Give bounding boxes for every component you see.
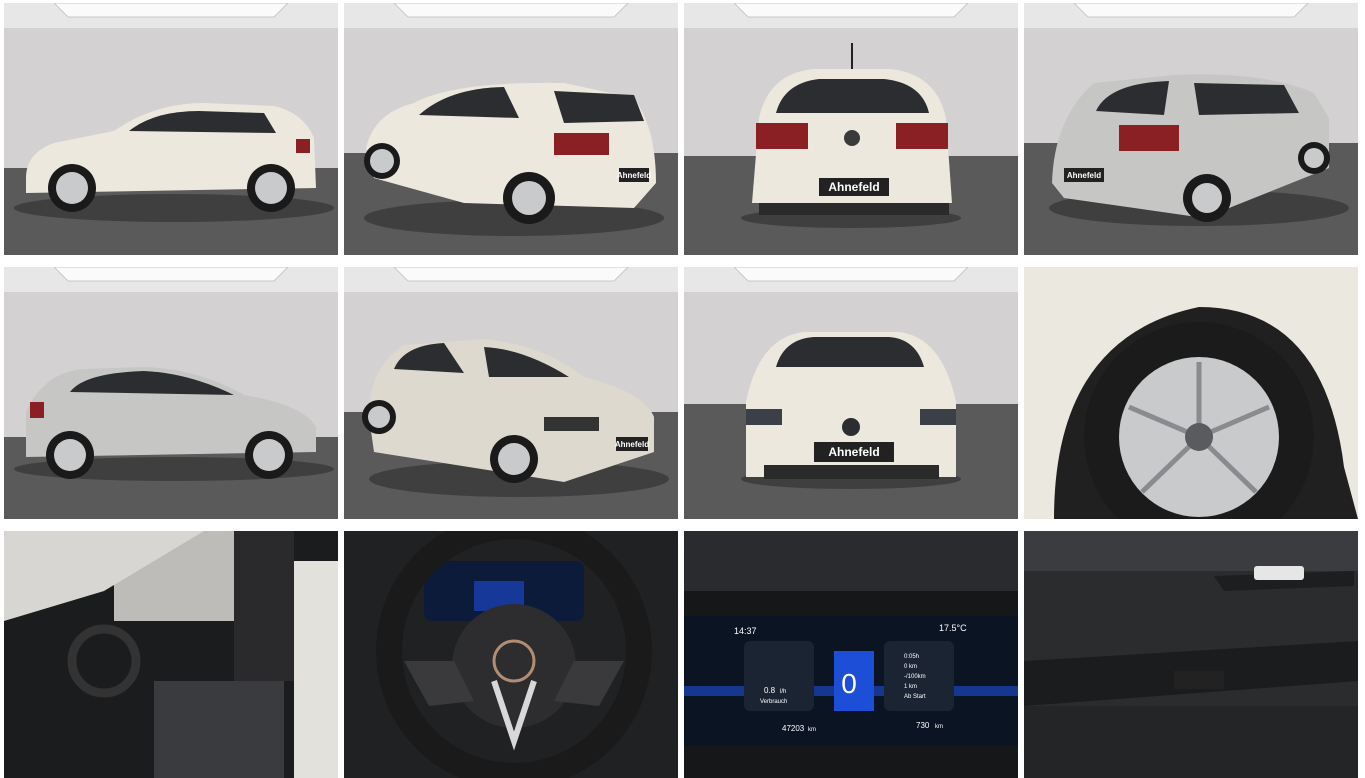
license-plate: Ahnefeld xyxy=(1067,171,1101,180)
photo-gallery: Ahnefeld Ahnefeld Ahnefeld Ahnefeld Ahne… xyxy=(0,0,1365,778)
consumption-label: Verbrauch xyxy=(760,699,787,705)
gallery-photo-front[interactable]: Ahnefeld xyxy=(684,267,1018,519)
gallery-photo-rear[interactable]: Ahnefeld xyxy=(684,3,1018,255)
license-plate: Ahnefeld xyxy=(828,180,879,194)
trip-label: Ab Start xyxy=(904,694,926,700)
range-unit: km xyxy=(935,724,943,730)
speed-value: 0 xyxy=(841,668,857,699)
odometer-unit: km xyxy=(808,727,816,733)
gallery-photo-steering-wheel[interactable] xyxy=(344,531,678,778)
consumption-unit: l/h xyxy=(780,689,786,695)
license-plate: Ahnefeld xyxy=(617,171,651,180)
license-plate: Ahnefeld xyxy=(828,445,879,459)
gallery-photo-side-left[interactable] xyxy=(4,3,338,255)
gallery-photo-rear-quarter-left[interactable]: Ahnefeld xyxy=(344,3,678,255)
license-plate: Ahnefeld xyxy=(615,440,649,449)
gallery-photo-door-panel[interactable] xyxy=(1024,531,1358,778)
gallery-photo-wheel[interactable] xyxy=(1024,267,1358,519)
gallery-photo-front-quarter-right[interactable]: Ahnefeld xyxy=(344,267,678,519)
trip-distance-avg: 0 km xyxy=(904,664,917,670)
odometer-value: 47203 xyxy=(782,724,805,733)
gallery-photo-side-right[interactable] xyxy=(4,267,338,519)
range-value: 730 xyxy=(916,721,930,730)
consumption-value: 0.8 xyxy=(764,686,776,695)
trip-km: 1 km xyxy=(904,684,917,690)
dashboard-temperature: 17.5°C xyxy=(939,623,967,633)
gallery-photo-instrument-cluster[interactable]: 14:37 17.5°C 0 0.8 l/h Verbrauch 0:05h 0… xyxy=(684,531,1018,778)
gallery-photo-rear-quarter-right[interactable]: Ahnefeld xyxy=(1024,3,1358,255)
trip-consumption: -/100km xyxy=(904,674,926,680)
trip-time: 0:05h xyxy=(904,654,919,660)
gallery-photo-interior[interactable] xyxy=(4,531,338,778)
dashboard-time: 14:37 xyxy=(734,626,757,636)
